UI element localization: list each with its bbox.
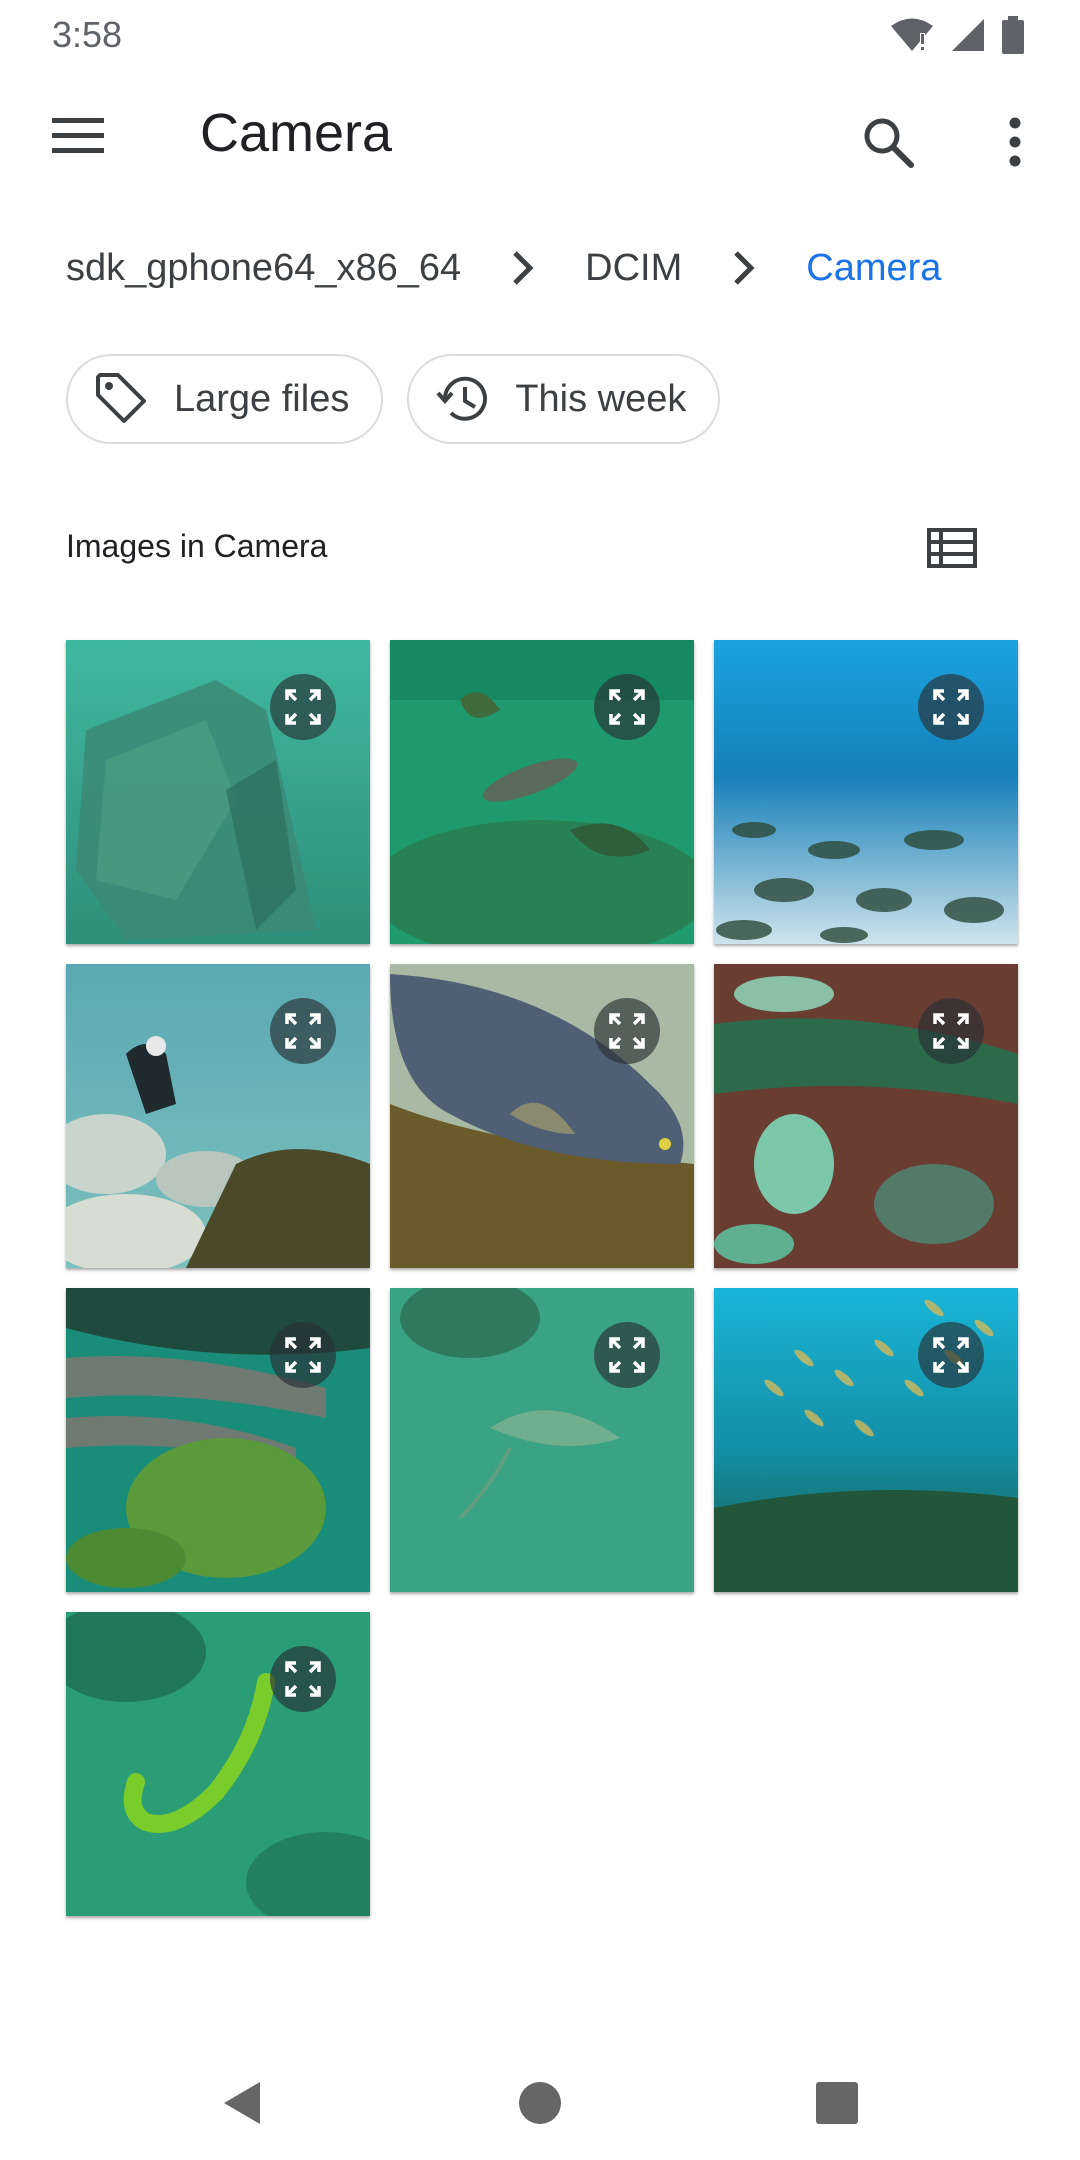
chevron-right-icon xyxy=(499,244,547,292)
app-bar: Camera xyxy=(0,66,1080,206)
cell-signal-icon xyxy=(950,17,986,53)
image-tile-2[interactable] xyxy=(390,640,694,944)
home-icon[interactable] xyxy=(515,2078,565,2128)
view-toggle-button[interactable] xyxy=(916,512,988,584)
history-icon xyxy=(433,369,493,429)
status-time: 3:58 xyxy=(52,14,123,55)
expand-icon[interactable] xyxy=(594,674,660,740)
expand-icon[interactable] xyxy=(918,998,984,1064)
image-tile-10[interactable] xyxy=(66,1612,370,1916)
chip-large-files[interactable]: Large files xyxy=(66,354,384,444)
breadcrumb: sdk_gphone64_x86_64 DCIM Camera xyxy=(66,238,941,298)
chevron-right-icon xyxy=(720,244,768,292)
image-tile-8[interactable] xyxy=(390,1288,694,1592)
chip-label: This week xyxy=(515,377,687,420)
more-options-button[interactable] xyxy=(980,102,1050,182)
tag-icon xyxy=(92,369,152,429)
status-bar: 3:58 xyxy=(0,0,1080,66)
chip-label: Large files xyxy=(174,377,350,420)
system-nav-bar xyxy=(0,2040,1080,2160)
recents-icon[interactable] xyxy=(812,2078,862,2128)
search-button[interactable] xyxy=(848,102,928,182)
image-tile-7[interactable] xyxy=(66,1288,370,1592)
battery-icon xyxy=(1002,16,1024,54)
screen: 3:58 Camera sdk_gphone64_x86_64 DCIM Cam… xyxy=(0,0,1080,2160)
expand-icon[interactable] xyxy=(270,998,336,1064)
menu-icon xyxy=(52,118,104,153)
image-tile-6[interactable] xyxy=(714,964,1018,1268)
expand-icon[interactable] xyxy=(270,674,336,740)
expand-icon[interactable] xyxy=(270,1646,336,1712)
menu-button[interactable] xyxy=(38,104,118,168)
chip-this-week[interactable]: This week xyxy=(407,354,721,444)
status-icons xyxy=(890,16,1024,54)
image-tile-3[interactable] xyxy=(714,640,1018,944)
image-tile-9[interactable] xyxy=(714,1288,1018,1592)
page-title: Camera xyxy=(200,103,393,163)
image-tile-5[interactable] xyxy=(390,964,694,1268)
expand-icon[interactable] xyxy=(270,1322,336,1388)
back-icon[interactable] xyxy=(220,2078,270,2128)
breadcrumb-root[interactable]: sdk_gphone64_x86_64 xyxy=(66,247,461,290)
expand-icon[interactable] xyxy=(918,1322,984,1388)
breadcrumb-camera[interactable]: Camera xyxy=(806,247,941,290)
expand-icon[interactable] xyxy=(594,998,660,1064)
breadcrumb-dcim[interactable]: DCIM xyxy=(585,247,682,290)
expand-icon[interactable] xyxy=(918,674,984,740)
filter-chips: Large files This week xyxy=(66,354,721,444)
expand-icon[interactable] xyxy=(594,1322,660,1388)
search-icon xyxy=(864,118,914,168)
more-vert-icon xyxy=(1009,117,1021,167)
list-view-icon xyxy=(927,528,977,568)
section-title: Images in Camera xyxy=(66,528,328,564)
wifi-icon xyxy=(890,17,934,53)
image-tile-4[interactable] xyxy=(66,964,370,1268)
image-tile-1[interactable] xyxy=(66,640,370,944)
image-grid xyxy=(66,640,1018,1916)
